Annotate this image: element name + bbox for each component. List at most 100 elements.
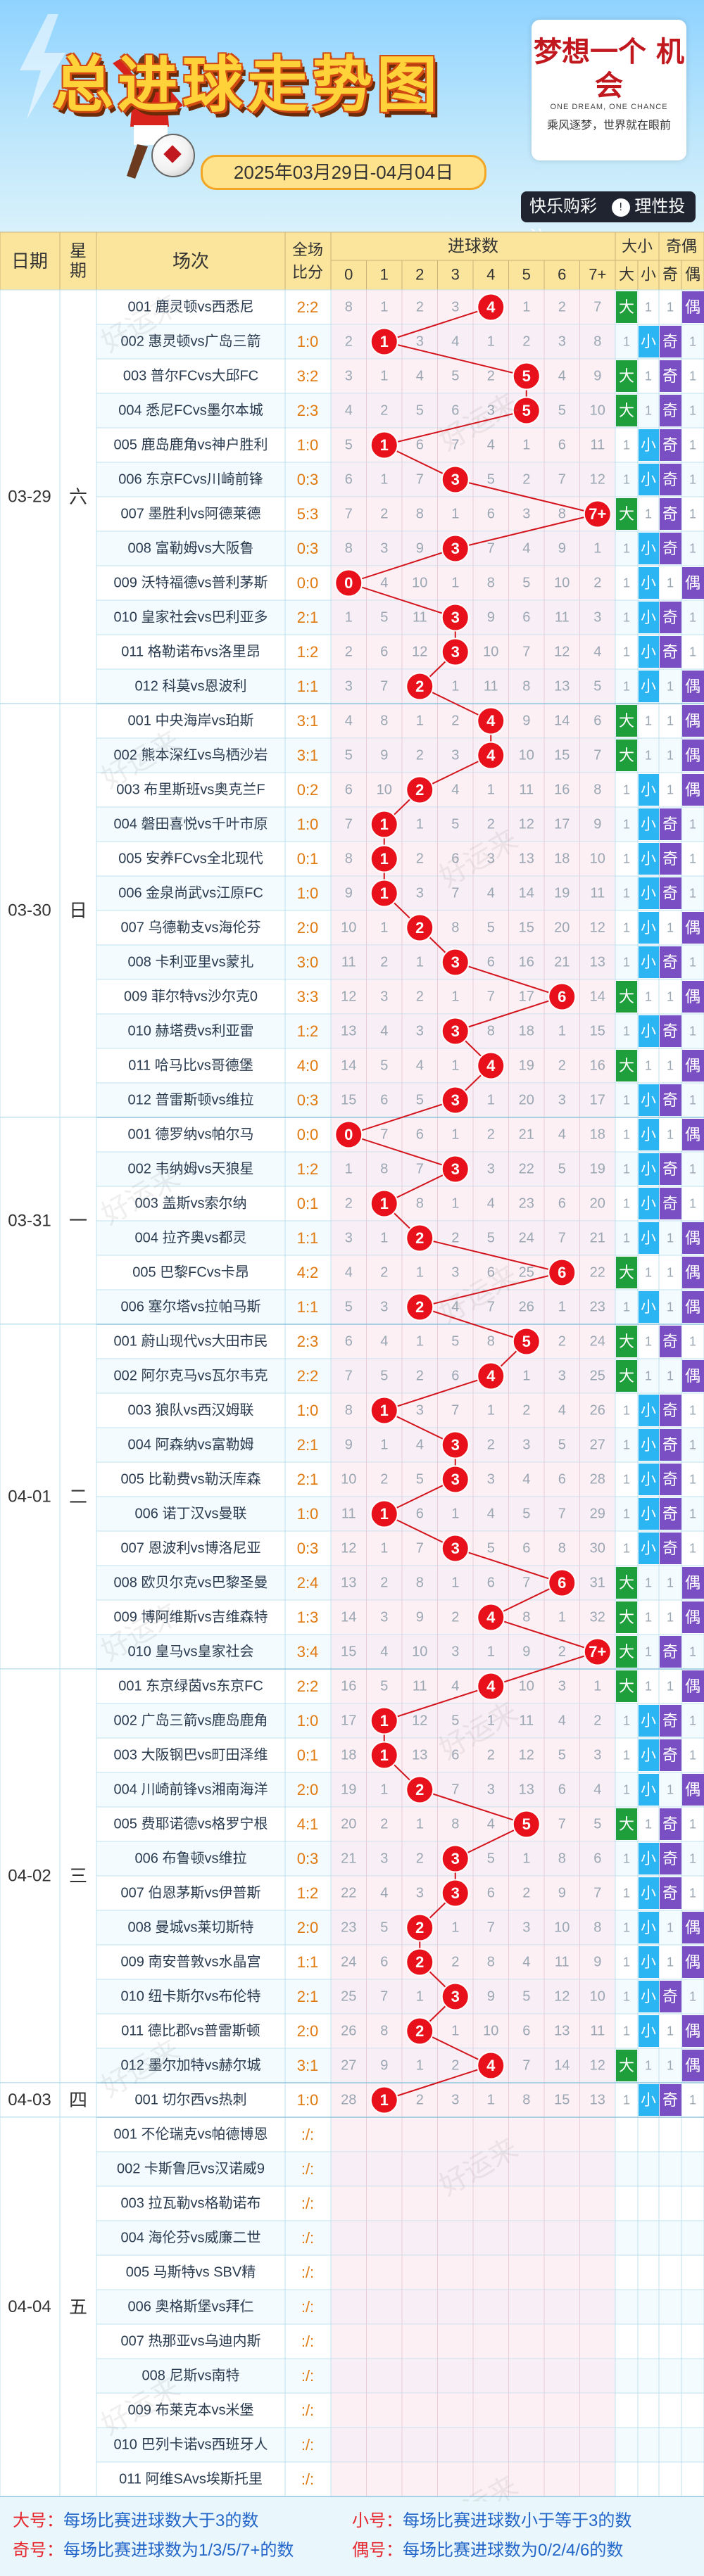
odd-omission: 1: [667, 1680, 674, 1694]
omission-value: 1: [522, 1851, 530, 1867]
omission-value: 19: [590, 1162, 605, 1177]
omission-value: 20: [590, 1196, 605, 1212]
omission-value: 2: [451, 713, 459, 729]
table-row: 001 切尔西vs热刺 1:0 28 2 3 1 8 15 13 小1 奇 1: [96, 2082, 704, 2118]
match-name: 001 蔚山现代vs大田市民: [114, 1333, 268, 1350]
omission-value: 21: [341, 1851, 356, 1867]
match-name: 010 皇家社会vs巴利亚多: [114, 609, 268, 626]
omission-value: 1: [522, 1369, 530, 1384]
match-score: 1:0: [297, 2091, 319, 2109]
table-row: 003 布里斯班vs奥克兰F 0:2 6 10 4 1 11 16 8 小1 偶1: [96, 772, 704, 808]
match-score: 3:2: [297, 367, 319, 385]
omission-value: 7: [380, 1127, 388, 1143]
match-name: 009 南安普敦vs水晶宫: [121, 1954, 261, 1970]
omission-value: 1: [451, 1058, 459, 1074]
omission-value: 14: [341, 1058, 356, 1074]
omission-value: 10: [519, 748, 534, 763]
omission-value: 8: [487, 1955, 495, 1970]
omission-value: 18: [341, 1748, 356, 1763]
omission-value: 19: [554, 886, 570, 901]
date-label: 03-30: [8, 901, 51, 920]
legend-odd-desc: 每场比赛进球数为1/3/5/7+的数: [63, 2541, 294, 2560]
odd-label: 奇: [662, 1643, 678, 1661]
match-name: 009 菲尔特vs沙尔克0: [124, 989, 258, 1005]
omission-value: 3: [558, 1679, 566, 1694]
omission-value: 1: [558, 1024, 566, 1039]
omission-value: 12: [519, 1748, 534, 1763]
omission-value: 4: [451, 1679, 459, 1694]
omission-value: 5: [593, 1817, 601, 1832]
small-omission: 1: [645, 1611, 652, 1625]
table-row: 010 皇马vs皇家社会 3:4 15 4 10 3 1 9 2 大 1 奇 1: [96, 1634, 704, 1670]
small-label: 小: [641, 1540, 656, 1557]
header-match: 场次: [172, 250, 209, 272]
odd-omission: 1: [667, 1300, 674, 1314]
omission-value: 9: [487, 1989, 495, 2005]
omission-value: 4: [416, 1058, 424, 1074]
big-label: 大: [619, 1574, 634, 1592]
even-label: 偶: [685, 2057, 700, 2074]
goal-marker-label: 1: [380, 1712, 389, 1730]
omission-value: 10: [341, 1472, 356, 1487]
goal-marker-label: 4: [486, 1057, 496, 1074]
omission-value: 13: [519, 1782, 534, 1798]
omission-value: 10: [554, 576, 570, 591]
odd-label: 奇: [662, 471, 678, 488]
odd-label: 奇: [662, 505, 678, 523]
omission-value: 8: [593, 1920, 601, 1936]
small-omission: 1: [645, 714, 652, 728]
match-name: 006 东京FCvs川崎前锋: [118, 471, 263, 488]
match-score: :/:: [301, 2298, 314, 2316]
omission-value: 9: [345, 1438, 353, 1453]
omission-value: 7: [380, 679, 388, 694]
omission-value: 1: [487, 1403, 495, 1419]
even-label: 偶: [685, 988, 700, 1005]
match-score: 1:1: [297, 678, 319, 695]
big-omission: 1: [623, 438, 630, 452]
table-row: 007 墨胜利vs阿德莱德 5:3 7 2 8 1 6 3 8 大 1 奇 1: [96, 496, 704, 532]
even-label: 偶: [685, 1574, 700, 1592]
omission-value: 11: [413, 1679, 427, 1694]
goal-marker-label: 1: [380, 1402, 389, 1419]
omission-value: 7: [558, 1506, 566, 1522]
even-omission: 1: [689, 1542, 696, 1556]
omission-value: 3: [416, 1024, 424, 1039]
omission-value: 5: [380, 1058, 388, 1074]
small-omission: 1: [645, 749, 652, 763]
big-omission: 1: [623, 783, 630, 797]
match-score: 0:3: [297, 540, 319, 557]
omission-value: 4: [416, 369, 424, 384]
omission-value: 2: [416, 300, 424, 315]
small-omission: 1: [645, 1817, 652, 1832]
omission-value: 5: [487, 920, 495, 936]
even-omission: 1: [689, 1197, 696, 1211]
weekday-label: 日: [69, 900, 87, 921]
omission-value: 7: [593, 1886, 601, 1901]
omission-value: 18: [554, 851, 570, 867]
omission-value: 3: [451, 1265, 459, 1281]
even-label: 偶: [685, 1264, 700, 1281]
odd-label: 奇: [662, 1850, 678, 1867]
omission-value: 9: [558, 541, 566, 557]
goal-marker-label: 2: [415, 678, 424, 695]
omission-value: 2: [522, 472, 530, 488]
big-omission: 1: [623, 1024, 630, 1039]
omission-value: 4: [451, 334, 459, 350]
big-omission: 1: [623, 1886, 630, 1901]
small-label: 小: [641, 1022, 656, 1040]
small-label: 小: [641, 953, 656, 971]
odd-label: 奇: [662, 1091, 678, 1109]
date-label: 04-02: [8, 1867, 51, 1886]
date-label: 03-31: [8, 1212, 51, 1231]
big-omission: 1: [623, 1438, 630, 1452]
omission-value: 8: [345, 851, 353, 867]
match-score: 1:1: [297, 1953, 319, 1971]
table-row: 009 布莱克本vs米堡:/:: [96, 2392, 704, 2428]
table-row: 002 韦纳姆vs天狼星 1:2 1 8 7 3 22 5 19 小1 奇 1: [96, 1151, 704, 1187]
omission-value: 1: [487, 782, 495, 798]
omission-value: 2: [593, 576, 601, 591]
match-score: 0:1: [297, 850, 319, 868]
goal-marker-label: 2: [415, 919, 424, 937]
big-omission: 1: [623, 1749, 630, 1763]
match-name: 007 恩波利vs博洛尼亚: [121, 1540, 261, 1556]
